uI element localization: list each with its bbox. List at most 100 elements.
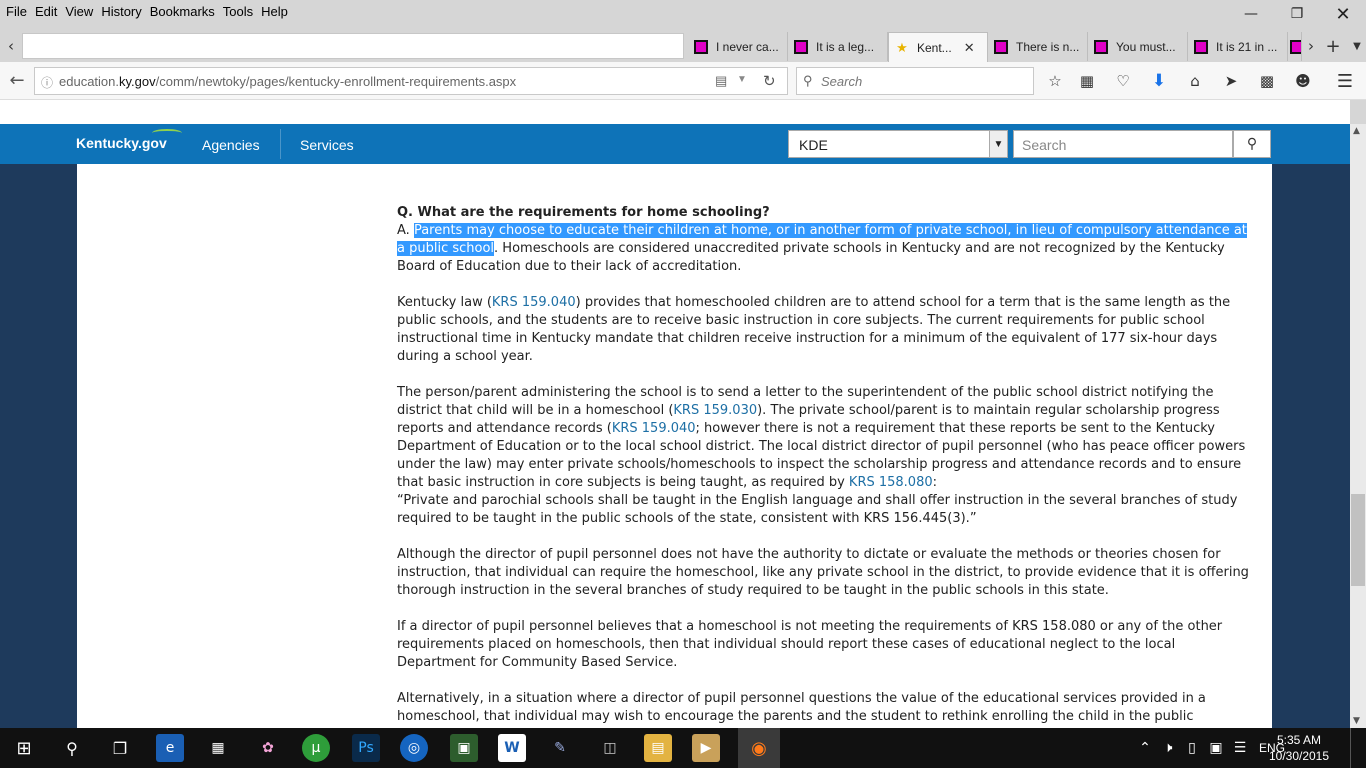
page-scrollbar[interactable]: ▲ ▼ (1350, 124, 1366, 728)
save-page-icon[interactable]: ▩ (1256, 71, 1278, 91)
link-krs-159-030[interactable]: KRS 159.030 (673, 403, 757, 418)
chevron-down-icon: ▼ (989, 131, 1007, 157)
tab-3[interactable]: There is n... (988, 32, 1088, 61)
tab-5[interactable]: It is 21 in ... (1188, 32, 1288, 61)
tab-1[interactable]: It is a leg... (788, 32, 888, 61)
word-icon[interactable]: W (498, 734, 526, 762)
restore-button[interactable]: ❐ (1274, 0, 1320, 28)
globe-app-icon[interactable]: ◎ (400, 734, 428, 762)
paragraph-krs-159-040: Kentucky law (KRS 159.040) provides that… (397, 294, 1253, 366)
nav-agencies[interactable]: Agencies (202, 137, 260, 153)
menu-view[interactable]: View (61, 4, 97, 19)
scrollbar-thumb[interactable] (1351, 494, 1365, 586)
close-tab-icon[interactable]: ✕ (964, 40, 975, 56)
url-path: /comm/newtoky/pages/kentucky-enrollment-… (155, 73, 517, 89)
paragraph-administering: The person/parent administering the scho… (397, 384, 1253, 528)
site-info-icon[interactable]: ⓘ (41, 74, 53, 91)
menu-help[interactable]: Help (257, 4, 292, 19)
url-prefix: education. (59, 73, 119, 89)
hamburger-menu-icon[interactable]: ☰ (1334, 71, 1356, 92)
menu-bookmarks[interactable]: Bookmarks (146, 4, 219, 19)
file-explorer-icon[interactable]: ▤ (644, 734, 672, 762)
content-area: Q. What are the requirements for home sc… (77, 164, 1272, 728)
tab-title: It is 21 in ... (1216, 39, 1278, 54)
paragraph-director-authority: Although the director of pupil personnel… (397, 547, 1249, 598)
link-krs-159-040[interactable]: KRS 159.040 (492, 295, 576, 310)
tab-title: Kent... (917, 40, 952, 55)
menu-history[interactable]: History (97, 4, 145, 19)
downloads-icon[interactable]: ⬇ (1148, 71, 1170, 91)
kentucky-gov-logo[interactable]: Kentucky.gov (76, 129, 182, 151)
paint-app-icon[interactable]: ✿ (254, 734, 282, 762)
pocket-icon[interactable]: ♡ (1112, 71, 1134, 91)
task-view-icon[interactable]: ❐ (106, 734, 134, 762)
volume-icon[interactable]: 🕨 (1158, 734, 1178, 762)
search-icon: ⚲ (1246, 136, 1258, 152)
tab-strip-blank-field[interactable] (22, 33, 684, 59)
link-krs-159-040-b[interactable]: KRS 159.040 (612, 421, 696, 436)
tab-4[interactable]: You must... (1088, 32, 1188, 61)
firefox-icon[interactable]: ◉ (738, 728, 780, 768)
send-icon[interactable]: ➤ (1220, 71, 1242, 91)
tray-expand-icon[interactable]: ⌃ (1136, 734, 1154, 762)
system-clock[interactable]: 5:35 AM 10/30/2015 (1264, 732, 1334, 764)
power-icon[interactable]: ▯ (1182, 734, 1202, 762)
answer-label: A. (397, 223, 414, 238)
statute-quote: “Private and parochial schools shall be … (397, 493, 1238, 526)
photo-app-icon[interactable]: ▣ (450, 734, 478, 762)
home-icon[interactable]: ⌂ (1184, 71, 1206, 91)
tab-2-active[interactable]: ★ Kent... ✕ (888, 32, 988, 62)
scroll-up-icon[interactable]: ▲ (1353, 126, 1360, 136)
dropdown-icon[interactable]: ▼ (737, 74, 747, 85)
browser-search-input[interactable]: ⚲ Search (796, 67, 1034, 95)
action-center-icon[interactable]: ☰ (1230, 734, 1250, 762)
menu-file[interactable]: File (2, 4, 31, 19)
network-icon[interactable]: ▣ (1206, 734, 1226, 762)
menu-edit[interactable]: Edit (31, 4, 61, 19)
bookmarks-menu-icon[interactable]: ▦ (1076, 71, 1098, 91)
reader-view-icon[interactable]: ▤ (715, 73, 727, 89)
menu-bar: File Edit View History Bookmarks Tools H… (0, 0, 1366, 22)
nav-services[interactable]: Services (300, 137, 354, 153)
bookmark-star-icon[interactable]: ☆ (1044, 71, 1066, 91)
computer-icon[interactable]: ◫ (596, 734, 624, 762)
clock-date: 10/30/2015 (1268, 749, 1330, 763)
url-domain: ky.gov (119, 73, 156, 89)
show-desktop-button[interactable] (1350, 728, 1366, 768)
list-tabs-icon[interactable]: ▼ (1346, 36, 1366, 56)
tab-favicon-icon (794, 39, 808, 54)
tab-scroll-left-icon[interactable]: ‹ (0, 36, 22, 56)
new-tab-icon[interactable]: + (1322, 36, 1344, 57)
left-background-band (0, 164, 77, 728)
link-krs-158-080[interactable]: KRS 158.080 (849, 475, 933, 490)
tab-favicon-icon (994, 39, 1008, 54)
agency-select-value: KDE (799, 137, 828, 153)
utorrent-icon[interactable]: μ (302, 734, 330, 762)
agency-select[interactable]: KDE ▼ (788, 130, 1008, 158)
paint-brush-icon[interactable]: ✎ (546, 734, 574, 762)
hello-icon[interactable]: ☻ (1292, 71, 1314, 91)
tab-title: I never ca... (716, 39, 779, 54)
tab-scroll-right-icon[interactable]: › (1300, 36, 1322, 56)
close-window-button[interactable]: ✕ (1320, 0, 1366, 28)
ie-icon[interactable]: e (156, 734, 184, 762)
url-bar[interactable]: ⓘ education.ky.gov/comm/newtoky/pages/ke… (34, 67, 788, 95)
reload-icon[interactable]: ↻ (763, 72, 776, 90)
sun-favicon-icon: ★ (896, 39, 908, 55)
menu-tools[interactable]: Tools (219, 4, 257, 19)
media-player-icon[interactable]: ▶ (692, 734, 720, 762)
clock-time: 5:35 AM (1276, 733, 1322, 747)
windows-taskbar: ⊞ ⚲ ❐ e ▦ ✿ μ Ps ◎ ▣ W ✎ ◫ ▤ ▶ ◉ ⌃ 🕨 ▯ ▣… (0, 728, 1366, 768)
tab-0[interactable]: I never ca... (688, 32, 788, 61)
site-search-button[interactable]: ⚲ (1233, 130, 1271, 158)
minimize-button[interactable]: — (1228, 0, 1274, 28)
back-button-icon[interactable]: ← (6, 70, 28, 91)
paragraph-educational-neglect: If a director of pupil personnel believe… (397, 619, 1223, 670)
photoshop-icon[interactable]: Ps (352, 734, 380, 762)
windows-start-icon[interactable]: ⊞ (10, 734, 38, 762)
faq-answer: A. Parents may choose to educate their c… (397, 222, 1253, 276)
site-search-input[interactable]: Search (1013, 130, 1233, 158)
scroll-down-icon[interactable]: ▼ (1353, 716, 1360, 726)
search-icon[interactable]: ⚲ (58, 734, 86, 762)
store-icon[interactable]: ▦ (204, 734, 232, 762)
